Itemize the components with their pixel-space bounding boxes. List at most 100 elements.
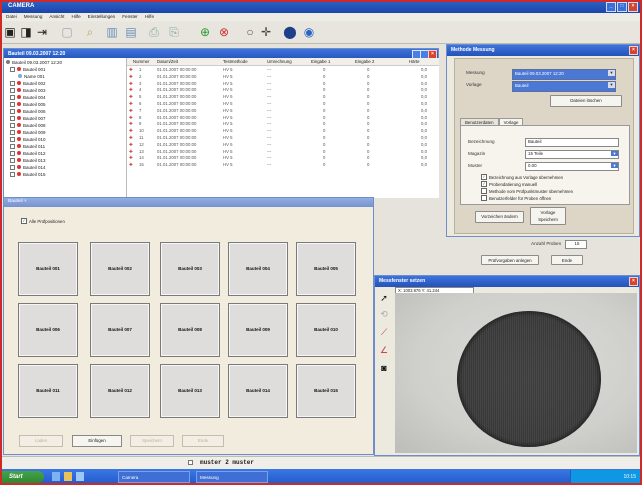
tree-item[interactable]: Bauteil 014 [10,164,46,171]
sample-count-field[interactable]: 15 [565,240,587,249]
part-tile[interactable]: Bauteil 003 [160,242,220,296]
expand-icon[interactable] [10,136,15,142]
expand-icon[interactable] [10,115,15,121]
messung-select[interactable]: Bauteil 09.03.2007 12:20 ▼ [512,69,616,80]
expand-icon[interactable] [10,66,15,72]
start-button[interactable]: Start [2,471,44,483]
parts-window-close-button[interactable]: × [24,199,27,204]
table-row[interactable]: ✚ 2 01.01.2007 00:00:00 HV 5 --- 0 0 0,0 [127,73,439,80]
part-tile[interactable]: Bauteil 008 [160,303,220,357]
measure-dialog-close-button[interactable]: × [629,46,638,55]
table-row[interactable]: ✚ 14 01.01.2007 00:00:00 HV 5 --- 0 0 0,0 [127,154,439,161]
report-icon[interactable]: ▤ [124,25,138,39]
vorzeichen-button[interactable]: Vorzeichen ändern [475,211,524,223]
part-tile[interactable]: Bauteil 007 [90,303,150,357]
tree-item[interactable]: Bauteil 004 [10,94,46,101]
checkbox-benutzerfelder[interactable]: Benutzerfelder für Proben öffnen [481,195,551,201]
print-setup-icon[interactable]: ⎘ [167,25,181,39]
part-tile[interactable]: Bauteil 005 [296,242,356,296]
column-header[interactable]: Datum/Zeit [157,59,178,64]
circle-outline-icon[interactable]: ○ [243,25,257,39]
pointer-icon[interactable]: ➚ [379,293,389,303]
tree-item[interactable]: Bauteil 006 [10,108,46,115]
checkbox-probendatierung[interactable]: ✓ Probendatierung manuell [481,181,537,187]
quicklaunch-icon[interactable] [76,472,84,481]
tree-item[interactable]: Bauteil 002 [10,80,46,87]
tree-item[interactable]: Bauteil 010 [10,136,46,143]
expand-icon[interactable] [10,80,15,86]
expand-icon[interactable] [10,150,15,156]
expand-icon[interactable] [10,171,15,177]
task-camera[interactable]: Camera [118,471,190,483]
expand-icon[interactable] [10,108,15,114]
add-green-icon[interactable]: ⊕ [198,25,212,39]
part-tile[interactable]: Bauteil 009 [228,303,288,357]
expand-icon[interactable] [10,164,15,170]
camera-icon[interactable]: ◙ [379,363,389,373]
tree-item[interactable]: Bauteil 008 [10,122,46,129]
minimize-button[interactable]: _ [606,2,616,12]
table-row[interactable]: ✚ 5 01.01.2007 00:00:00 HV 5 --- 0 0 0,0 [127,93,439,100]
chart-icon[interactable]: ▥ [105,25,119,39]
tree-item[interactable]: Bauteil 009 [10,129,46,136]
table-row[interactable]: ✚ 6 01.01.2007 00:00:00 HV 5 --- 0 0 0,0 [127,100,439,107]
camera-icon[interactable]: ◨ [19,25,33,39]
globe-icon[interactable]: ◉ [302,25,316,39]
tree-item[interactable]: Bauteil 015 [10,171,46,178]
expand-icon[interactable] [10,129,15,135]
menu-item-ansicht[interactable]: Ansicht [49,13,64,21]
quicklaunch-icon[interactable] [64,472,72,481]
tree-item[interactable]: Bauteil 013 [10,157,46,164]
part-tile[interactable]: Bauteil 011 [18,364,78,418]
menu-item-hilfe[interactable]: Hilfe [71,13,80,21]
column-header[interactable]: Härte [409,59,420,64]
export-icon[interactable]: ⇥ [35,25,49,39]
menu-item-fenster[interactable]: Fenster [122,13,138,21]
part-tile[interactable]: Bauteil 001 [18,242,78,296]
create-tests-button[interactable]: Prüfvorgaben anlegen [481,255,539,265]
load-button[interactable]: Laden [19,435,63,447]
expand-icon[interactable] [10,101,15,107]
camera-window-close-button[interactable]: × [629,277,638,286]
measure-icon[interactable]: ⟲ [379,309,389,319]
part-tile[interactable]: Bauteil 013 [160,364,220,418]
delete-files-button[interactable]: Dateien löschen [550,95,622,107]
expand-icon[interactable] [10,87,15,93]
bezeichnung-field[interactable]: Bauteil [525,138,619,147]
end-parts-button[interactable]: Ende [182,435,224,447]
menu-item-hilfe-2[interactable]: Hilfe [145,13,154,21]
muster-select[interactable]: 0.00 ▼ [525,162,619,171]
tree-item[interactable]: Bauteil 005 [10,101,46,108]
column-header[interactable]: Eingabe 2 [355,59,374,64]
column-header[interactable]: Eingabe 1 [311,59,330,64]
tree-item[interactable]: Bauteil 011 [10,143,45,150]
part-tile[interactable]: Bauteil 002 [90,242,150,296]
print-icon[interactable]: ⎙ [147,25,161,39]
angle-icon[interactable]: ∠ [379,345,389,355]
table-row[interactable]: ✚ 10 01.01.2007 00:00:00 HV 5 --- 0 0 0,0 [127,127,439,134]
tree-item[interactable]: Name 001 [18,73,45,80]
quicklaunch-icon[interactable] [52,472,60,481]
table-row[interactable]: ✚ 3 01.01.2007 00:00:00 HV 5 --- 0 0 0,0 [127,80,439,87]
checkbox-bezeichnung[interactable]: ✓ Bezeichnung aus Vorlage übernehmen [481,174,563,180]
part-tile[interactable]: Bauteil 004 [228,242,288,296]
tree-root[interactable]: Bauteil 09.03.2007 12:20 [6,59,62,66]
part-tile[interactable]: Bauteil 015 [296,364,356,418]
maximize-button[interactable]: □ [617,2,627,12]
camera-view[interactable] [395,293,637,453]
menu-item-einstellungen[interactable]: Einstellungen [88,13,116,21]
checkbox-methode[interactable]: Methode vom Prüfpunktmuster übernehmen [481,188,573,194]
table-row[interactable]: ✚ 8 01.01.2007 00:00:00 HV 5 --- 0 0 0,0 [127,114,439,121]
monitor-icon[interactable]: ▣ [3,25,17,39]
search-icon[interactable]: ⌕ [83,25,97,39]
expand-icon[interactable] [10,122,15,128]
line-icon[interactable]: ⟋ [379,327,389,337]
tree-item[interactable]: Bauteil 007 [10,115,46,122]
table-row[interactable]: ✚ 12 01.01.2007 00:00:00 HV 5 --- 0 0 0,0 [127,141,439,148]
vorlage-select[interactable]: Bauteil ▼ [512,81,616,92]
expand-icon[interactable] [10,94,15,100]
record-icon[interactable]: ⬤ [283,25,297,39]
part-tile[interactable]: Bauteil 010 [296,303,356,357]
table-row[interactable]: ✚ 13 01.01.2007 00:00:00 HV 5 --- 0 0 0,0 [127,148,439,155]
tree-item[interactable]: Bauteil 001 [10,66,46,73]
